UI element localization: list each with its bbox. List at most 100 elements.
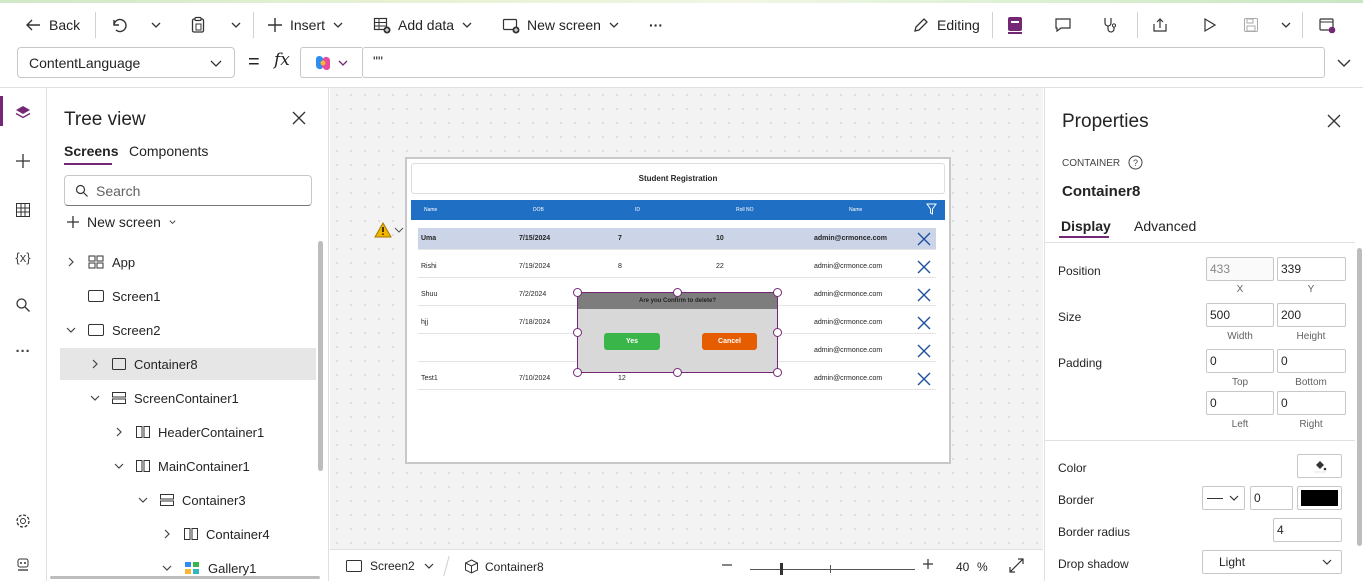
search-input[interactable]: Search bbox=[96, 183, 140, 199]
confirm-dialog-container[interactable]: Are you Confirm to delete? Yes Cancel bbox=[577, 292, 778, 373]
save-dropdown[interactable] bbox=[1280, 6, 1292, 44]
resize-handle-bottom-left[interactable] bbox=[573, 368, 582, 377]
color-picker-button[interactable] bbox=[1297, 454, 1342, 478]
publish-button[interactable] bbox=[1318, 6, 1336, 44]
resize-handle-top[interactable] bbox=[673, 288, 682, 297]
formula-input[interactable]: "" bbox=[362, 47, 1325, 78]
preview-play-button[interactable] bbox=[1200, 6, 1218, 44]
resize-handle-bottom[interactable] bbox=[673, 368, 682, 377]
position-y-input[interactable]: 339 bbox=[1277, 257, 1346, 281]
back-button[interactable]: Back bbox=[24, 6, 80, 44]
zoom-value[interactable]: 40 bbox=[956, 560, 969, 574]
zoom-out-button[interactable] bbox=[721, 559, 733, 571]
delete-x-icon[interactable] bbox=[916, 371, 932, 387]
zoom-slider-track[interactable] bbox=[750, 569, 915, 570]
chevron-down-icon[interactable] bbox=[138, 495, 154, 505]
copilot-button[interactable] bbox=[300, 47, 362, 78]
border-color-button[interactable] bbox=[1297, 486, 1342, 510]
tab-components[interactable]: Components bbox=[129, 143, 208, 159]
resize-handle-right[interactable] bbox=[773, 328, 782, 337]
screen-breadcrumb[interactable]: Screen2 bbox=[346, 559, 435, 573]
editing-mode-button[interactable]: Editing bbox=[912, 6, 980, 44]
help-icon[interactable]: ? bbox=[1128, 155, 1143, 170]
chevron-down-icon[interactable] bbox=[162, 563, 178, 573]
chevron-right-icon[interactable] bbox=[162, 529, 178, 539]
variables-icon[interactable]: {x} bbox=[12, 246, 34, 268]
cancel-button[interactable]: Cancel bbox=[702, 333, 757, 350]
new-screen-button[interactable]: New screen bbox=[502, 6, 620, 44]
tree-item-headercontainer1[interactable]: HeaderContainer1 bbox=[60, 416, 264, 448]
comments-button[interactable] bbox=[1054, 6, 1072, 44]
yes-button[interactable]: Yes bbox=[604, 333, 660, 350]
save-button[interactable] bbox=[1243, 6, 1259, 44]
border-width-input[interactable]: 0 bbox=[1250, 486, 1293, 510]
zoom-in-button[interactable] bbox=[922, 558, 934, 570]
padding-left-input[interactable]: 0 bbox=[1206, 391, 1274, 415]
delete-x-icon[interactable] bbox=[916, 231, 932, 247]
tree-item-screen2[interactable]: Screen2 bbox=[60, 314, 160, 346]
resize-handle-top-right[interactable] bbox=[773, 288, 782, 297]
tab-screens[interactable]: Screens bbox=[64, 143, 118, 159]
chevron-right-icon[interactable] bbox=[114, 427, 130, 437]
chevron-right-icon[interactable] bbox=[90, 359, 106, 369]
health-check-button[interactable] bbox=[1101, 6, 1119, 44]
data-table-icon[interactable] bbox=[12, 199, 34, 221]
property-dropdown[interactable]: ContentLanguage bbox=[17, 47, 235, 78]
chevron-down-icon[interactable] bbox=[114, 461, 130, 471]
virtual-agent-icon[interactable] bbox=[12, 554, 34, 576]
tree-scrollbar[interactable] bbox=[318, 241, 323, 471]
settings-gear-icon[interactable] bbox=[12, 510, 34, 532]
padding-top-input[interactable]: 0 bbox=[1206, 349, 1274, 373]
tree-item-screencontainer1[interactable]: ScreenContainer1 bbox=[60, 382, 239, 414]
height-input[interactable]: 200 bbox=[1277, 303, 1346, 327]
app-checker-button[interactable] bbox=[1006, 6, 1024, 44]
more-icon[interactable]: ··· bbox=[12, 340, 34, 362]
tree-item-app[interactable]: App bbox=[60, 246, 135, 278]
close-tree-button[interactable] bbox=[292, 111, 306, 125]
insert-plus-icon[interactable] bbox=[12, 150, 34, 172]
tree-view-layers-icon[interactable] bbox=[12, 102, 34, 124]
warning-chevron[interactable] bbox=[394, 225, 404, 235]
undo-dropdown[interactable] bbox=[150, 6, 162, 44]
padding-right-input[interactable]: 0 bbox=[1277, 391, 1346, 415]
paste-dropdown[interactable] bbox=[230, 6, 242, 44]
padding-bottom-input[interactable]: 0 bbox=[1277, 349, 1346, 373]
expand-formula-button[interactable] bbox=[1336, 55, 1352, 71]
border-style-dropdown[interactable] bbox=[1202, 486, 1245, 510]
delete-x-icon[interactable] bbox=[916, 343, 932, 359]
add-data-button[interactable]: Add data bbox=[373, 6, 473, 44]
resize-handle-bottom-right[interactable] bbox=[773, 368, 782, 377]
tree-item-container3[interactable]: Container3 bbox=[60, 484, 246, 516]
delete-x-icon[interactable] bbox=[916, 259, 932, 275]
gallery-row[interactable]: Uma 7/15/2024 7 10 admin@crmonce.com bbox=[418, 228, 936, 250]
insert-button[interactable]: Insert bbox=[267, 6, 344, 44]
chevron-right-icon[interactable] bbox=[66, 257, 82, 267]
search-box[interactable]: Search bbox=[64, 175, 312, 206]
tree-item-maincontainer1[interactable]: MainContainer1 bbox=[60, 450, 250, 482]
tree-horizontal-scrollbar[interactable] bbox=[50, 576, 320, 579]
tree-item-container8[interactable]: Container8 bbox=[60, 348, 316, 380]
drop-shadow-dropdown[interactable]: Light bbox=[1202, 550, 1342, 574]
gallery-row[interactable]: Rishi 7/19/2024 8 22 admin@crmonce.com bbox=[418, 256, 936, 278]
warning-icon[interactable] bbox=[374, 222, 392, 238]
filter-icon[interactable] bbox=[926, 203, 937, 216]
control-name[interactable]: Container8 bbox=[1062, 183, 1140, 200]
more-commands-button[interactable]: ··· bbox=[649, 6, 663, 44]
tab-advanced[interactable]: Advanced bbox=[1134, 218, 1196, 234]
search-icon[interactable] bbox=[12, 294, 34, 316]
tree-item-container4[interactable]: Container4 bbox=[60, 518, 270, 550]
share-button[interactable] bbox=[1151, 6, 1169, 44]
properties-scrollbar[interactable] bbox=[1357, 248, 1362, 546]
tab-display[interactable]: Display bbox=[1061, 218, 1111, 234]
border-radius-input[interactable]: 4 bbox=[1273, 518, 1342, 542]
resize-handle-left[interactable] bbox=[573, 328, 582, 337]
chevron-down-icon[interactable] bbox=[90, 393, 106, 403]
new-screen-tree-button[interactable]: New screen bbox=[66, 214, 177, 230]
resize-handle-top-left[interactable] bbox=[573, 288, 582, 297]
delete-x-icon[interactable] bbox=[916, 287, 932, 303]
chevron-down-icon[interactable] bbox=[66, 325, 82, 335]
control-breadcrumb[interactable]: Container8 bbox=[464, 559, 544, 574]
position-x-input[interactable]: 433 bbox=[1206, 257, 1274, 281]
paste-button[interactable] bbox=[189, 6, 207, 44]
tree-item-screen1[interactable]: Screen1 bbox=[60, 280, 160, 312]
